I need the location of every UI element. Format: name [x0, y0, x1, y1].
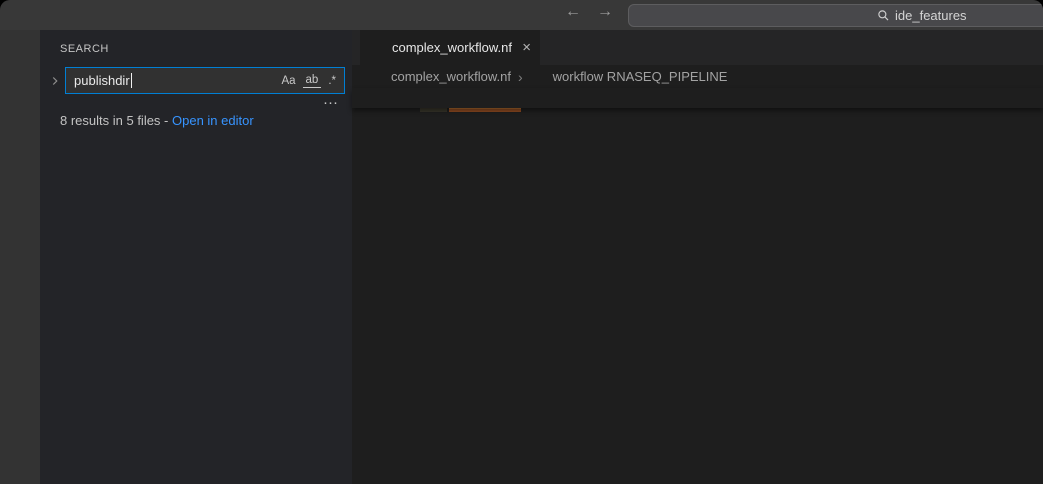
workflow-symbol-icon: [530, 69, 546, 85]
minimize-window-button[interactable]: [33, 9, 46, 22]
breadcrumb-file[interactable]: complex_workflow.nf: [391, 69, 511, 84]
open-in-editor-link[interactable]: Open in editor: [172, 113, 254, 128]
search-icon: [877, 9, 890, 22]
history-nav: ← →: [565, 3, 613, 21]
tab-complex-workflow[interactable]: complex_workflow.nf ×: [360, 30, 540, 65]
breadcrumb: complex_workflow.nf › workflow RNASEQ_PI…: [352, 65, 1043, 88]
vscode-window: ← → ide_features SEARCH publishdir: [0, 0, 1043, 484]
nextflow-file-icon: [368, 69, 384, 85]
partially-scrolled-line: [352, 108, 1043, 112]
search-input[interactable]: publishdir Aa ab .*: [65, 67, 345, 94]
results-summary: 8 results in 5 files - Open in editor: [60, 113, 352, 128]
regex-toggle[interactable]: .*: [325, 74, 339, 88]
tab-label: complex_workflow.nf: [392, 40, 512, 55]
back-icon[interactable]: ←: [565, 3, 581, 21]
forward-icon[interactable]: →: [597, 3, 613, 21]
tab-bar: complex_workflow.nf ×: [352, 30, 1043, 65]
search-results-tree: [40, 136, 352, 484]
search-match-highlight-sliver: [449, 108, 521, 112]
activity-bar: [0, 30, 40, 484]
panel-title: SEARCH: [60, 43, 109, 55]
breadcrumb-symbol[interactable]: workflow RNASEQ_PIPELINE: [553, 69, 728, 84]
match-case-toggle[interactable]: Aa: [278, 74, 298, 88]
close-tab-icon[interactable]: ×: [522, 39, 531, 56]
sticky-scroll-line[interactable]: [352, 88, 1043, 108]
search-sidebar: SEARCH publishdir Aa ab .* ··· 8 results…: [40, 30, 352, 484]
whole-word-toggle[interactable]: ab: [303, 73, 322, 88]
text-caret: [131, 73, 133, 88]
toggle-search-details-icon[interactable]: ···: [40, 98, 352, 108]
toggle-replace-chevron-icon[interactable]: [48, 74, 62, 88]
traffic-lights: [12, 9, 67, 22]
nextflow-file-icon: [369, 40, 385, 56]
command-center[interactable]: ide_features: [628, 4, 1043, 27]
code-editor[interactable]: [352, 112, 1043, 484]
breadcrumb-separator: ›: [518, 69, 523, 85]
editor-group: complex_workflow.nf × complex_workflow.n…: [352, 30, 1043, 484]
indent-scope-band: [420, 108, 447, 112]
command-center-query: ide_features: [895, 8, 967, 23]
close-window-button[interactable]: [12, 9, 25, 22]
search-query-text: publishdir: [74, 73, 130, 88]
title-bar: ← → ide_features: [0, 0, 1043, 30]
zoom-window-button[interactable]: [54, 9, 67, 22]
